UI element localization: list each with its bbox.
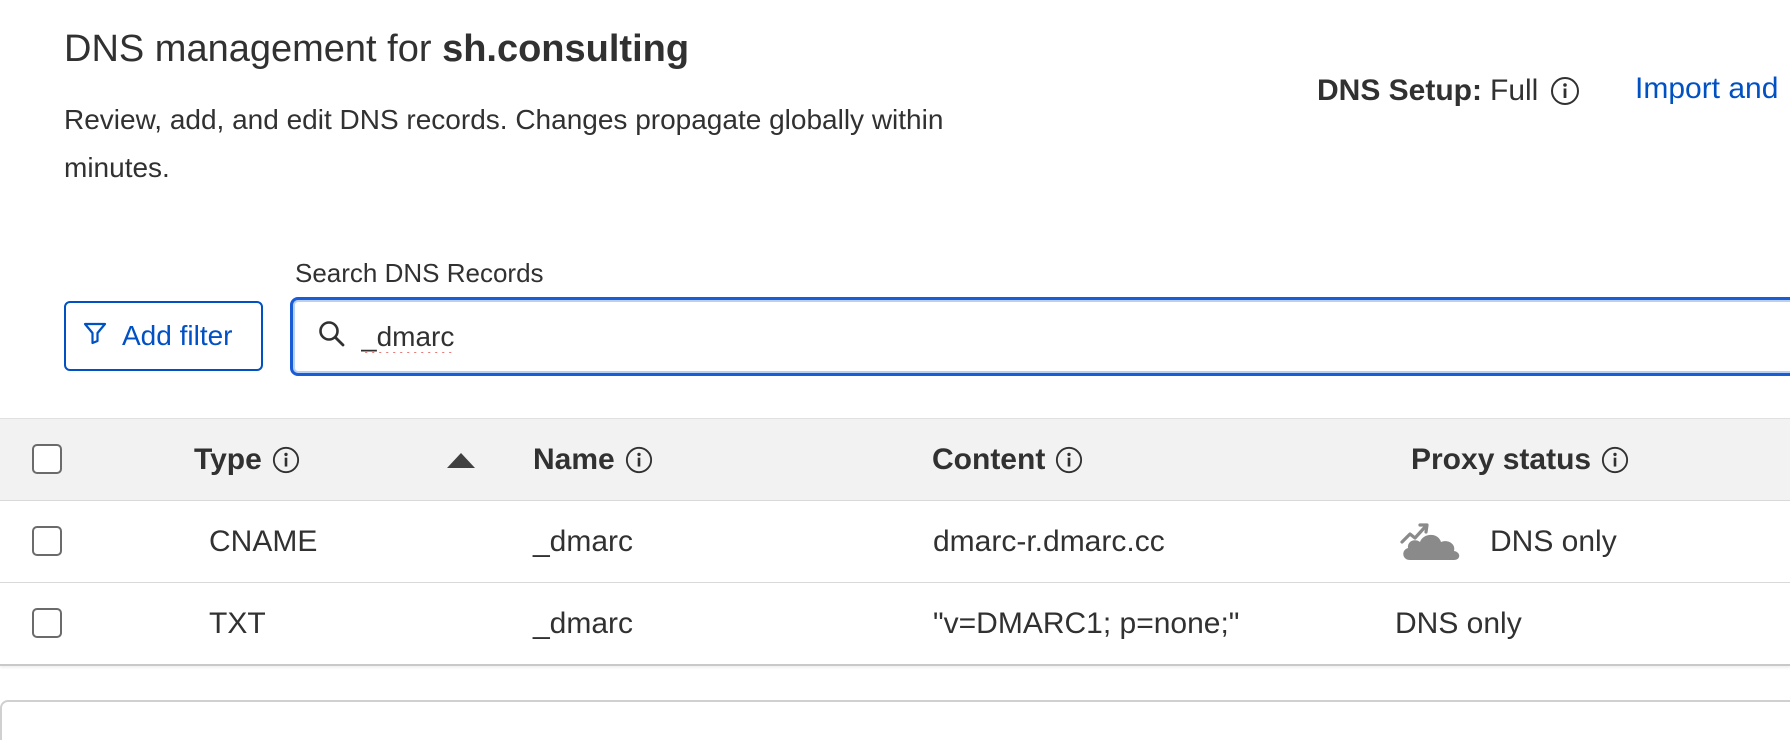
column-header-name-label: Name bbox=[533, 442, 615, 476]
column-header-proxy-status-label: Proxy status bbox=[1411, 442, 1592, 476]
add-filter-button[interactable]: Add filter bbox=[64, 301, 263, 371]
search-box[interactable] bbox=[290, 297, 1790, 376]
record-name: _dmarc bbox=[533, 524, 634, 558]
proxy-status-info-icon[interactable] bbox=[1601, 446, 1629, 474]
row-checkbox[interactable] bbox=[32, 608, 62, 638]
record-proxy-status: DNS only bbox=[1398, 501, 1617, 582]
search-icon bbox=[317, 319, 347, 354]
record-type: TXT bbox=[209, 606, 266, 640]
page-title-prefix: DNS management for bbox=[64, 28, 432, 70]
column-header-content[interactable]: Content bbox=[932, 419, 1083, 500]
import-and-export-link[interactable]: Import and bbox=[1635, 72, 1778, 106]
dns-only-cloud-icon bbox=[1398, 520, 1464, 564]
column-header-type[interactable]: Type bbox=[194, 419, 300, 500]
table-row[interactable]: TXT _dmarc "v=DMARC1; p=none;" DNS only bbox=[0, 583, 1790, 666]
type-info-icon[interactable] bbox=[272, 446, 300, 474]
record-proxy-status: DNS only bbox=[1395, 583, 1522, 664]
record-content: dmarc-r.dmarc.cc bbox=[933, 524, 1165, 558]
search-dns-records-input[interactable] bbox=[359, 319, 1663, 354]
table-header: Type Name Content Proxy status bbox=[0, 418, 1790, 501]
dns-setup-status: DNS Setup: Full bbox=[1317, 74, 1580, 108]
dns-setup-info-icon[interactable] bbox=[1550, 76, 1580, 106]
table-row[interactable]: CNAME _dmarc dmarc-r.dmarc.cc DNS only bbox=[0, 501, 1790, 583]
column-header-name[interactable]: Name bbox=[533, 419, 653, 500]
search-label: Search DNS Records bbox=[295, 258, 544, 288]
page-title: DNS management for sh.consulting bbox=[64, 28, 689, 71]
column-header-proxy-status[interactable]: Proxy status bbox=[1411, 419, 1629, 500]
proxy-status-text: DNS only bbox=[1395, 606, 1522, 640]
bottom-panel-edge bbox=[0, 700, 1790, 740]
filter-icon bbox=[82, 320, 108, 353]
dns-setup-value: Full bbox=[1490, 74, 1539, 107]
dns-records-table: Type Name Content Proxy status CNAME _dm… bbox=[0, 418, 1790, 666]
column-header-content-label: Content bbox=[932, 442, 1046, 476]
select-all-checkbox[interactable] bbox=[32, 444, 62, 474]
name-info-icon[interactable] bbox=[625, 446, 653, 474]
record-type: CNAME bbox=[209, 524, 318, 558]
record-name: _dmarc bbox=[533, 606, 634, 640]
record-content: "v=DMARC1; p=none;" bbox=[933, 606, 1240, 640]
column-header-type-label: Type bbox=[194, 442, 262, 476]
page-description: Review, add, and edit DNS records. Chang… bbox=[64, 104, 944, 183]
zone-name: sh.consulting bbox=[442, 28, 690, 70]
content-info-icon[interactable] bbox=[1055, 446, 1083, 474]
dns-setup-label: DNS Setup: bbox=[1317, 74, 1482, 107]
sort-ascending-icon[interactable] bbox=[447, 453, 475, 468]
add-filter-label: Add filter bbox=[122, 320, 233, 351]
row-checkbox[interactable] bbox=[32, 526, 62, 556]
proxy-status-text: DNS only bbox=[1490, 524, 1617, 558]
